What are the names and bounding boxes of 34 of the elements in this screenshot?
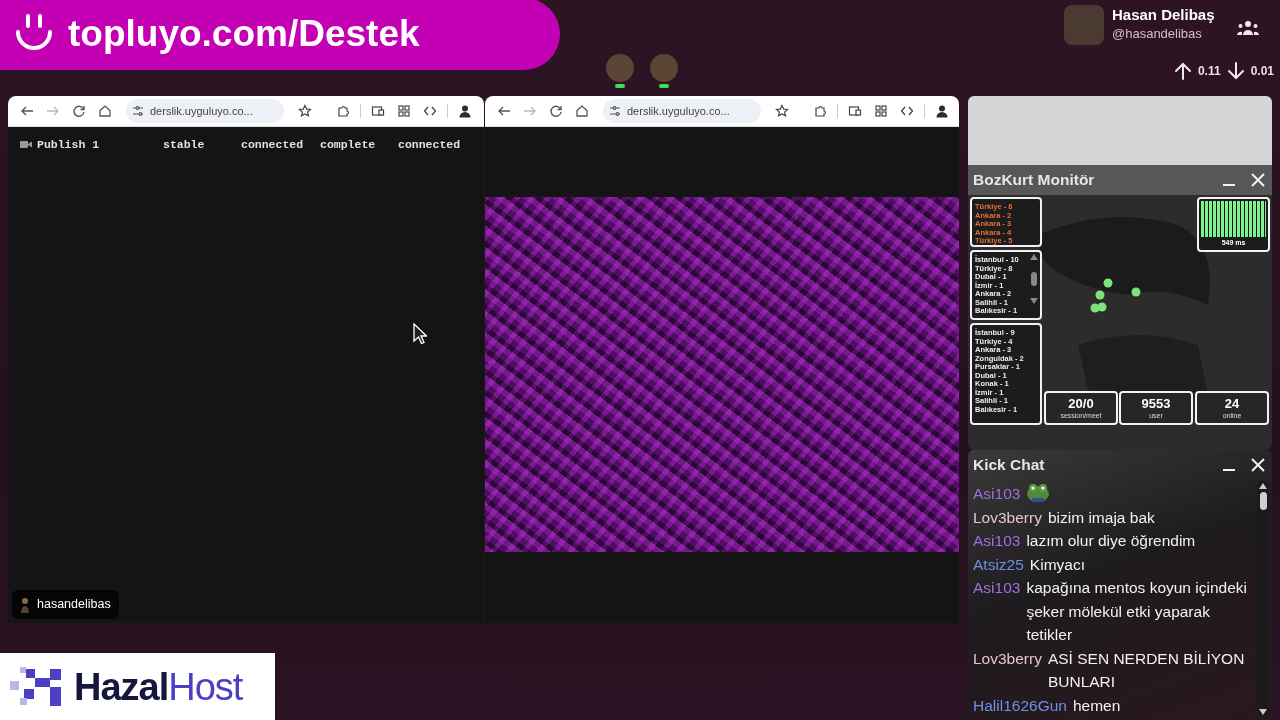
chat-username[interactable]: Asi103 <box>973 576 1021 600</box>
status-text: connected <box>398 137 461 153</box>
logo-text: Host <box>168 667 243 706</box>
address-bar[interactable]: derslik.uyguluyo.co... <box>126 99 284 123</box>
chat-message: Kimyacı <box>1029 554 1086 575</box>
chat-message: hemen <box>1072 695 1122 716</box>
upload-rate: 0.11 <box>1197 63 1221 80</box>
profile-name: Hasan Delibaş <box>1112 5 1215 25</box>
status-text: Publish 1 <box>37 137 100 153</box>
address-bar[interactable]: derslik.uyguluyo.co... <box>603 99 761 123</box>
stat-value: 9553 <box>1141 396 1171 411</box>
chat-username[interactable]: Asi103 <box>973 482 1021 506</box>
user-name: hasandelibas <box>37 596 111 614</box>
stat-value: 20/0 <box>1068 396 1094 411</box>
profile-handle: @hasandelibas <box>1112 25 1203 43</box>
status-text: connected <box>241 137 305 153</box>
url-text: derslik.uyguluyo.co... <box>150 103 253 119</box>
panel-title: Kick Chat <box>973 455 1046 476</box>
panel-title: BozKurt Monitör <box>973 170 1096 191</box>
chat-username[interactable]: Asi103 <box>973 529 1021 553</box>
download-rate: 0.01 <box>1250 63 1274 80</box>
chat-username[interactable]: Atsiz25 <box>973 552 1024 576</box>
chat-username[interactable]: Lov3berry <box>973 505 1042 529</box>
chat-message: kapağına mentos koyun içindeki şeker mölekül etki yaparak tetikler <box>1026 578 1248 645</box>
url-text: derslik.uyguluyo.co... <box>627 103 730 119</box>
chat-username[interactable]: Lov3berry <box>973 646 1042 670</box>
banner-text[interactable]: topluyo.com/Destek <box>68 6 420 62</box>
status-text: stable <box>163 137 206 153</box>
chat-message: bizim imaja bak <box>1047 507 1156 528</box>
chat-username[interactable]: Halil1626Gun <box>973 693 1067 717</box>
status-text: complete <box>320 137 377 153</box>
logo-text: Hazal <box>74 667 169 706</box>
chat-message: lazım olur diye öğrendim <box>1026 531 1197 551</box>
stat-value: 24 <box>1224 396 1240 411</box>
